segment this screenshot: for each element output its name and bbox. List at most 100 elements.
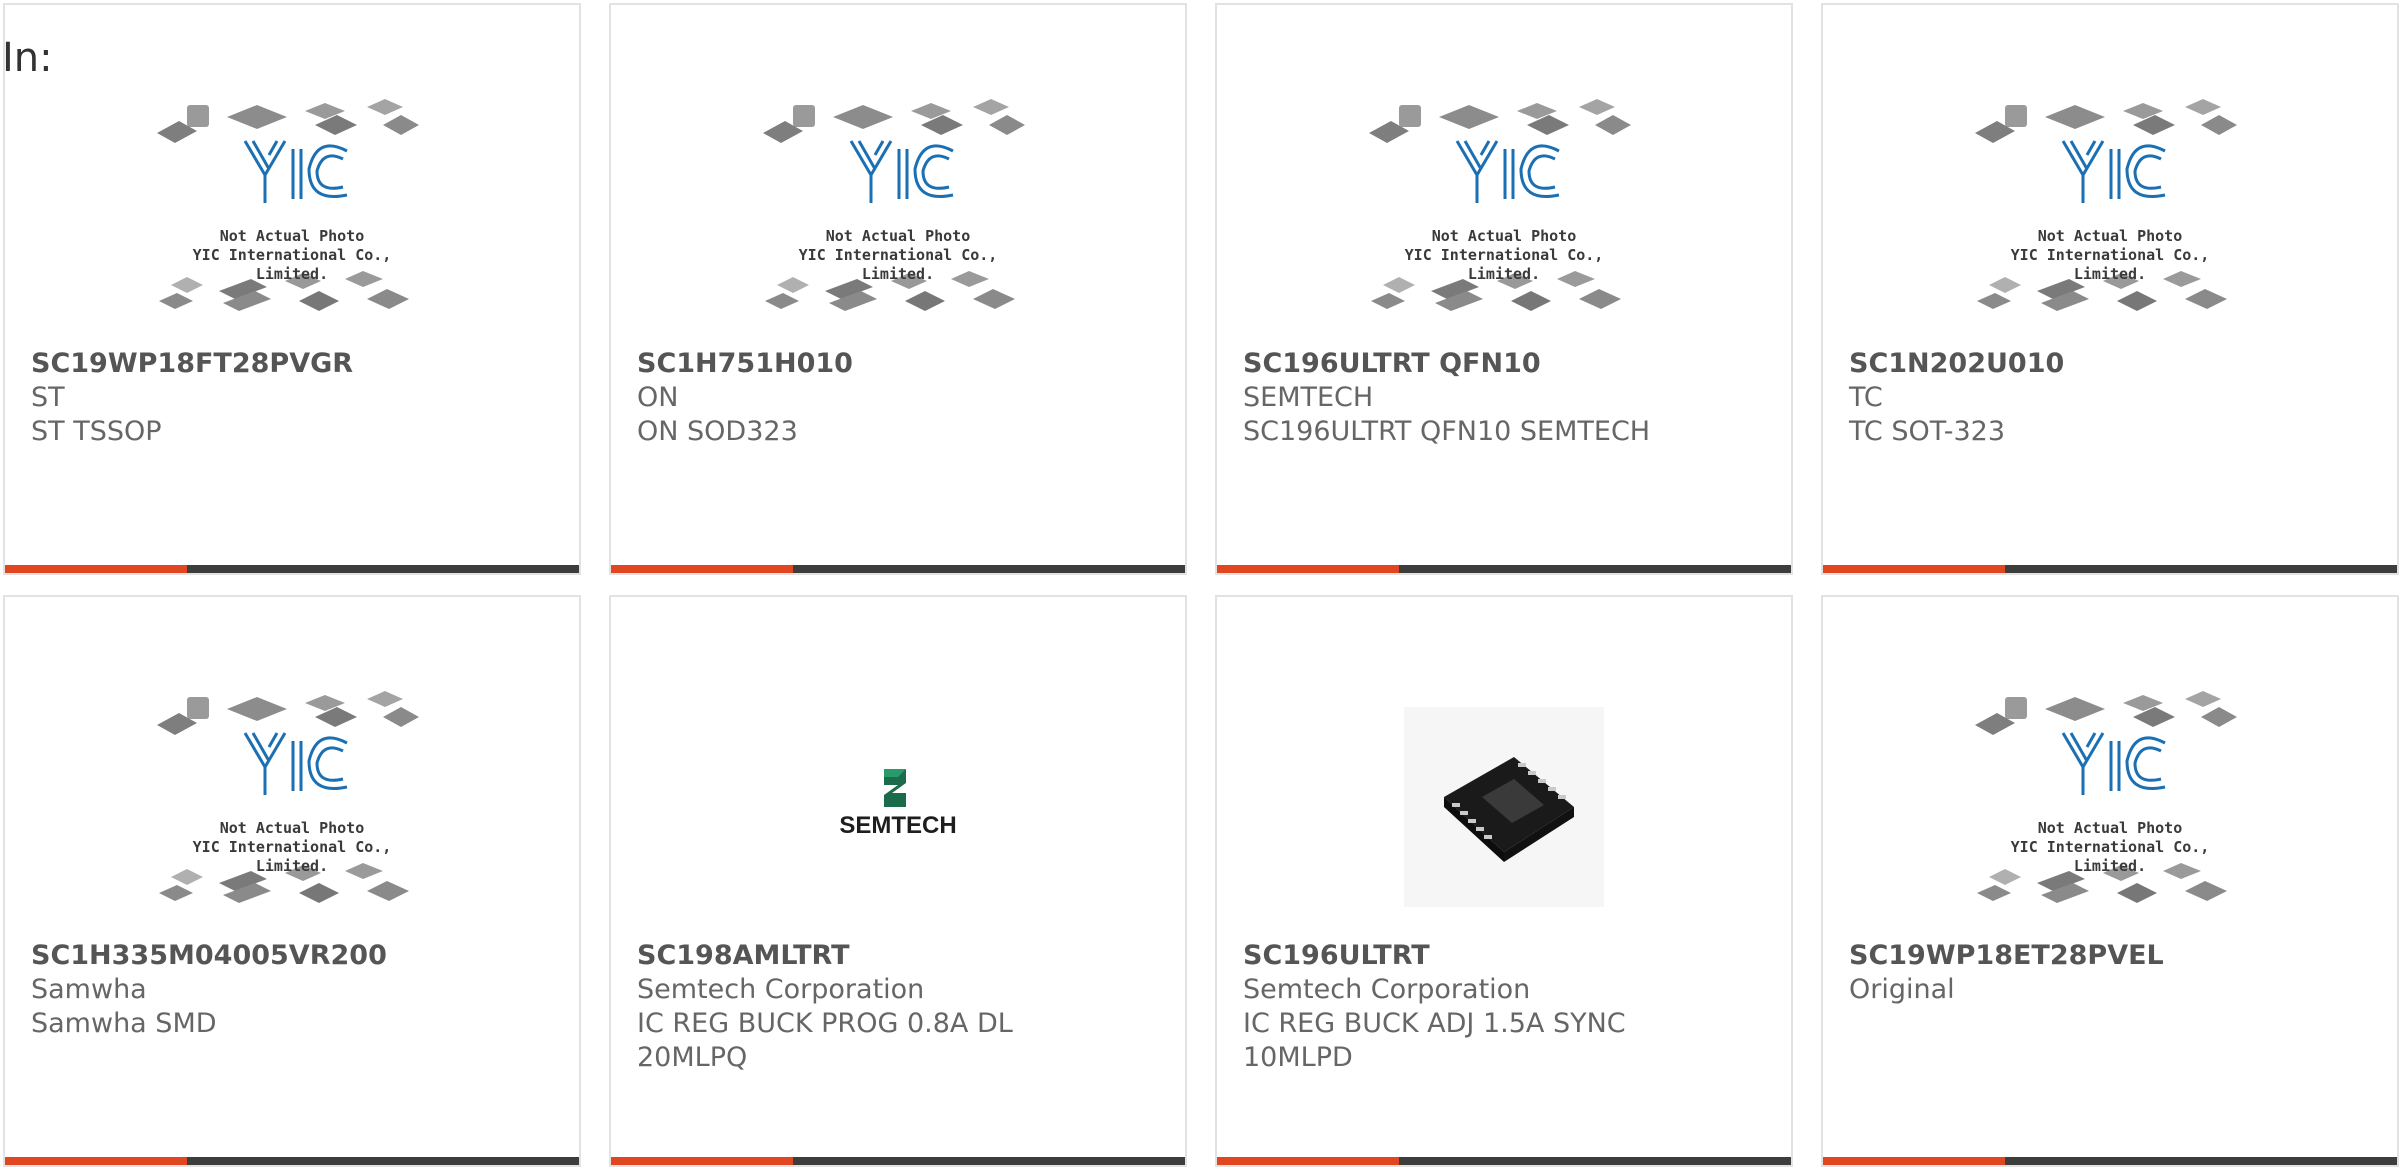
- chip-collage-icon: [1975, 691, 2237, 903]
- product-grid: Not Actual Photo YIC International Co., …: [3, 3, 2403, 1167]
- product-image[interactable]: SEMTECH: [611, 683, 1185, 931]
- chip-collage-icon: [157, 691, 419, 903]
- product-image[interactable]: [1217, 683, 1791, 931]
- chip-collage-icon: [763, 99, 1025, 311]
- description: ON SOD323: [637, 416, 798, 447]
- part-number[interactable]: SC1N202U010: [1849, 347, 2377, 381]
- placeholder-caption: Not Actual Photo YIC International Co., …: [1975, 819, 2245, 876]
- product-image[interactable]: Not Actual Photo YIC International Co., …: [1823, 683, 2397, 931]
- card-accent: [1217, 565, 1399, 573]
- description-continued: 10MLPD: [1243, 1042, 1353, 1073]
- product-card[interactable]: Not Actual Photo YIC International Co., …: [609, 3, 1187, 575]
- part-number[interactable]: SC19WP18FT28PVGR: [31, 347, 559, 381]
- description: TC SOT-323: [1849, 416, 2006, 447]
- product-info: SC1H335M04005VR200 Samwha Samwha SMD: [31, 939, 559, 1041]
- placeholder-image: Not Actual Photo YIC International Co., …: [157, 687, 427, 927]
- card-accent: [5, 1157, 187, 1165]
- placeholder-line-2: YIC International Co., Limited.: [192, 246, 392, 283]
- part-number[interactable]: SC198AMLTRT: [637, 939, 1165, 973]
- chip-collage-icon: [1369, 99, 1631, 311]
- description: IC REG BUCK PROG 0.8A DL: [637, 1008, 1013, 1039]
- placeholder-caption: Not Actual Photo YIC International Co., …: [157, 819, 427, 876]
- description: Samwha SMD: [31, 1008, 217, 1039]
- card-bottom-bar: [1217, 565, 1791, 573]
- chip-collage-icon: [157, 99, 419, 311]
- card-bottom-bar: [1217, 1157, 1791, 1165]
- card-bottom-bar: [5, 565, 579, 573]
- card-bottom-bar: [1823, 1157, 2397, 1165]
- product-info: SC19WP18ET28PVEL Original: [1849, 939, 2377, 1007]
- part-number[interactable]: SC1H751H010: [637, 347, 1165, 381]
- product-card[interactable]: SC196ULTRT Semtech Corporation IC REG BU…: [1215, 595, 1793, 1167]
- placeholder-caption: Not Actual Photo YIC International Co., …: [1975, 227, 2245, 284]
- placeholder-line-2: YIC International Co., Limited.: [2010, 838, 2210, 875]
- in-label: In:: [2, 35, 53, 81]
- part-number[interactable]: SC19WP18ET28PVEL: [1849, 939, 2377, 973]
- placeholder-line-1: Not Actual Photo: [1431, 227, 1577, 245]
- placeholder-line-2: YIC International Co., Limited.: [192, 838, 392, 875]
- product-card[interactable]: SEMTECH SC198AMLTRT Semtech Corporation …: [609, 595, 1187, 1167]
- description: IC REG BUCK ADJ 1.5A SYNC: [1243, 1008, 1626, 1039]
- card-accent: [1823, 1157, 2005, 1165]
- product-info: SC19WP18FT28PVGR ST ST TSSOP: [31, 347, 559, 449]
- semtech-logo-text: SEMTECH: [839, 812, 956, 839]
- manufacturer: Semtech Corporation: [1243, 974, 1531, 1005]
- product-info: SC1N202U010 TC TC SOT-323: [1849, 347, 2377, 449]
- product-image[interactable]: Not Actual Photo YIC International Co., …: [1823, 91, 2397, 339]
- product-card[interactable]: Not Actual Photo YIC International Co., …: [1821, 595, 2399, 1167]
- manufacturer: ST: [31, 382, 65, 413]
- card-bottom-bar: [611, 1157, 1185, 1165]
- part-number[interactable]: SC196ULTRT QFN10: [1243, 347, 1771, 381]
- product-image[interactable]: Not Actual Photo YIC International Co., …: [5, 91, 579, 339]
- part-number[interactable]: SC196ULTRT: [1243, 939, 1771, 973]
- product-image[interactable]: Not Actual Photo YIC International Co., …: [5, 683, 579, 931]
- placeholder-image: Not Actual Photo YIC International Co., …: [1975, 687, 2245, 927]
- manufacturer: Semtech Corporation: [637, 974, 925, 1005]
- card-accent: [5, 565, 187, 573]
- description-continued: 20MLPQ: [637, 1042, 748, 1073]
- product-info: SC1H751H010 ON ON SOD323: [637, 347, 1165, 449]
- card-accent: [611, 1157, 793, 1165]
- manufacturer: Original: [1849, 974, 1955, 1005]
- placeholder-line-2: YIC International Co., Limited.: [1404, 246, 1604, 283]
- part-number[interactable]: SC1H335M04005VR200: [31, 939, 559, 973]
- manufacturer: SEMTECH: [1243, 382, 1374, 413]
- product-card[interactable]: Not Actual Photo YIC International Co., …: [1821, 3, 2399, 575]
- card-bottom-bar: [5, 1157, 579, 1165]
- product-info: SC196ULTRT Semtech Corporation IC REG BU…: [1243, 939, 1771, 1075]
- semtech-logo-icon: SEMTECH: [839, 769, 957, 839]
- placeholder-caption: Not Actual Photo YIC International Co., …: [1369, 227, 1639, 284]
- placeholder-line-2: YIC International Co., Limited.: [2010, 246, 2210, 283]
- product-card[interactable]: Not Actual Photo YIC International Co., …: [1215, 3, 1793, 575]
- placeholder-line-1: Not Actual Photo: [2037, 227, 2183, 245]
- placeholder-image: Not Actual Photo YIC International Co., …: [157, 95, 427, 335]
- card-accent: [1217, 1157, 1399, 1165]
- placeholder-line-1: Not Actual Photo: [219, 227, 365, 245]
- card-accent: [611, 565, 793, 573]
- chip-collage-icon: [1975, 99, 2237, 311]
- description: ST TSSOP: [31, 416, 162, 447]
- product-card[interactable]: Not Actual Photo YIC International Co., …: [3, 595, 581, 1167]
- description: SC196ULTRT QFN10 SEMTECH: [1243, 416, 1651, 447]
- product-card[interactable]: Not Actual Photo YIC International Co., …: [3, 3, 581, 575]
- card-accent: [1823, 565, 2005, 573]
- placeholder-line-1: Not Actual Photo: [825, 227, 971, 245]
- product-info: SC198AMLTRT Semtech Corporation IC REG B…: [637, 939, 1165, 1075]
- product-image[interactable]: Not Actual Photo YIC International Co., …: [611, 91, 1185, 339]
- placeholder-line-1: Not Actual Photo: [219, 819, 365, 837]
- placeholder-line-1: Not Actual Photo: [2037, 819, 2183, 837]
- placeholder-image: Not Actual Photo YIC International Co., …: [1369, 95, 1639, 335]
- card-bottom-bar: [1823, 565, 2397, 573]
- placeholder-image: Not Actual Photo YIC International Co., …: [1975, 95, 2245, 335]
- manufacturer: TC: [1849, 382, 1883, 413]
- placeholder-caption: Not Actual Photo YIC International Co., …: [157, 227, 427, 284]
- manufacturer: Samwha: [31, 974, 147, 1005]
- qfn-chip-photo-icon: [1404, 707, 1604, 907]
- product-info: SC196ULTRT QFN10 SEMTECH SC196ULTRT QFN1…: [1243, 347, 1771, 449]
- placeholder-caption: Not Actual Photo YIC International Co., …: [763, 227, 1033, 284]
- product-image[interactable]: Not Actual Photo YIC International Co., …: [1217, 91, 1791, 339]
- placeholder-image: Not Actual Photo YIC International Co., …: [763, 95, 1033, 335]
- manufacturer: ON: [637, 382, 679, 413]
- card-bottom-bar: [611, 565, 1185, 573]
- placeholder-line-2: YIC International Co., Limited.: [798, 246, 998, 283]
